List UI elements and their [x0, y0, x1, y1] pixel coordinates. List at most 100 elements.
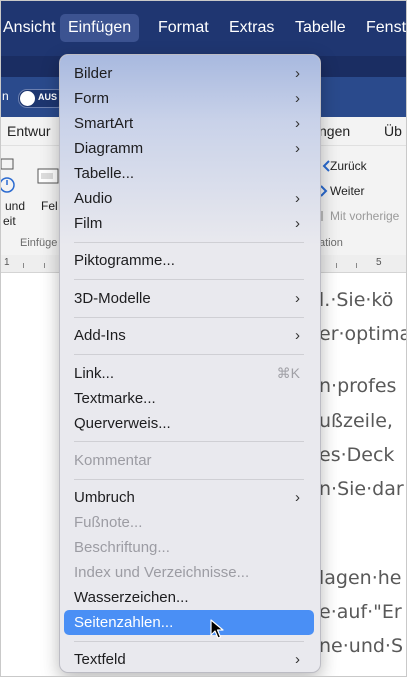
- menu-fenster[interactable]: Fenst: [358, 14, 406, 42]
- tab-sendungen[interactable]: ngen: [319, 123, 350, 139]
- menu-item-audio[interactable]: Audio ›: [64, 186, 314, 211]
- chevron-right-icon: ›: [295, 651, 300, 668]
- chevron-right-icon: ›: [295, 215, 300, 232]
- menu-item-fussnote: Fußnote...: [64, 510, 314, 535]
- menu-item-label: Link...: [74, 365, 115, 382]
- field-icon[interactable]: [37, 167, 59, 185]
- mouse-pointer-icon: [210, 619, 224, 639]
- menu-item-seitenzahlen[interactable]: Seitenzahlen...: [64, 610, 314, 635]
- menu-item-label: Querverweis...: [74, 415, 171, 432]
- menu-item-textmarke[interactable]: Textmarke...: [64, 386, 314, 411]
- menu-item-label: Textfeld: [74, 651, 126, 668]
- menu-item-querverweis[interactable]: Querverweis...: [64, 411, 314, 436]
- menu-item-label: Bilder: [74, 65, 113, 82]
- menu-item-label: Film: [74, 215, 103, 232]
- menu-item-film[interactable]: Film ›: [64, 211, 314, 236]
- menu-item-label: Tabelle...: [74, 165, 135, 182]
- document-line: ne·und·S: [319, 635, 404, 657]
- menu-item-label: 3D-Modelle: [74, 290, 151, 307]
- menu-item-umbruch[interactable]: Umbruch ›: [64, 485, 314, 510]
- document-line: l.·Sie·kö: [319, 289, 394, 311]
- ribbon-label-feld: Fel: [41, 199, 58, 213]
- ruler-tick: [23, 263, 24, 268]
- menu-item-label: Umbruch: [74, 489, 135, 506]
- document-line: n·profes: [319, 375, 397, 397]
- menu-item-3d-modelle[interactable]: 3D-Modelle ›: [64, 286, 314, 311]
- nav-back-button[interactable]: Zurück: [330, 159, 367, 173]
- ribbon-label-eit: eit: [3, 214, 16, 228]
- chevron-right-icon: ›: [295, 115, 300, 132]
- menu-item-piktogramme[interactable]: Piktogramme...: [64, 248, 314, 273]
- menu-item-label: Fußnote...: [74, 514, 143, 531]
- ruler-tick: [336, 263, 337, 268]
- menu-separator: [74, 242, 304, 243]
- chevron-right-icon: ›: [295, 90, 300, 107]
- menu-bar: Ansicht Einfügen Format Extras Tabelle F…: [1, 1, 406, 56]
- toggle-knob: [20, 91, 35, 106]
- menu-item-label: Textmarke...: [74, 390, 156, 407]
- app-window: Ansicht Einfügen Format Extras Tabelle F…: [0, 0, 407, 677]
- menu-item-index-verzeichnisse: Index und Verzeichnisse...: [64, 560, 314, 585]
- ruler-tick: [356, 263, 357, 268]
- menu-separator: [74, 441, 304, 442]
- ruler-mark: 1: [4, 257, 10, 268]
- chevron-right-icon: ›: [295, 489, 300, 506]
- chevron-right-icon: ›: [295, 140, 300, 157]
- nav-forward-button[interactable]: Weiter: [330, 184, 364, 198]
- menu-item-label: Index und Verzeichnisse...: [74, 564, 250, 581]
- menu-separator: [74, 279, 304, 280]
- ruler-tick: [44, 263, 45, 268]
- einfuegen-dropdown-menu: Bilder › Form › SmartArt › Diagramm › Ta…: [59, 54, 321, 673]
- menu-item-label: Wasserzeichen...: [74, 589, 189, 606]
- menu-item-label: Beschriftung...: [74, 539, 170, 556]
- menu-item-beschriftung: Beschriftung...: [64, 535, 314, 560]
- menu-item-bilder[interactable]: Bilder ›: [64, 61, 314, 86]
- menu-item-textfeld[interactable]: Textfeld ›: [64, 647, 314, 672]
- menu-format[interactable]: Format: [150, 14, 217, 42]
- menu-einfuegen[interactable]: Einfügen: [60, 14, 140, 42]
- chevron-right-icon: ›: [295, 65, 300, 82]
- menu-item-label: Piktogramme...: [74, 252, 175, 269]
- chevron-right-icon: ›: [295, 190, 300, 207]
- chevron-right-icon: ›: [295, 290, 300, 307]
- document-line: e·auf·"Er: [319, 601, 402, 623]
- menu-item-label: Kommentar: [74, 452, 152, 469]
- menu-item-diagramm[interactable]: Diagramm ›: [64, 136, 314, 161]
- autosave-label: AUS: [38, 92, 58, 102]
- menu-item-add-ins[interactable]: Add-Ins ›: [64, 323, 314, 348]
- menu-separator: [74, 641, 304, 642]
- document-line: er·optima: [319, 323, 407, 345]
- tab-entwurf[interactable]: Entwur: [7, 123, 51, 139]
- document-line: ußzeile,: [319, 410, 393, 432]
- document-line: lagen·he: [319, 567, 402, 589]
- menu-item-kommentar: Kommentar: [64, 448, 314, 473]
- menu-separator: [74, 479, 304, 480]
- group-navigation: ation: [319, 237, 343, 249]
- ruler-mark: 5: [376, 257, 382, 268]
- document-line: es·Deck: [319, 444, 395, 466]
- chevron-right-icon: ›: [295, 327, 300, 344]
- menu-extras[interactable]: Extras: [221, 14, 282, 42]
- menu-item-label: Seitenzahlen...: [74, 614, 174, 631]
- menu-item-label: Diagramm: [74, 140, 144, 157]
- group-einfuegen: Einfüge: [20, 237, 58, 249]
- menu-ansicht[interactable]: Ansicht: [1, 14, 63, 42]
- menu-item-label: Audio: [74, 190, 113, 207]
- tab-ueberpruefen[interactable]: Üb: [384, 123, 402, 139]
- document-line: n·Sie·dar: [319, 478, 404, 500]
- menu-item-smartart[interactable]: SmartArt ›: [64, 111, 314, 136]
- menu-item-label: Form: [74, 90, 109, 107]
- menu-item-label: Add-Ins: [74, 327, 126, 344]
- header-footer-icon[interactable]: [0, 157, 17, 197]
- toolbar-partial-text: n: [2, 89, 9, 103]
- ribbon-label-und: und: [5, 199, 26, 213]
- menu-item-wasserzeichen[interactable]: Wasserzeichen...: [64, 585, 314, 610]
- shortcut-cmd-k: ⌘K: [276, 365, 300, 381]
- menu-item-link[interactable]: Link... ⌘K: [64, 361, 314, 386]
- link-previous-button[interactable]: Mit vorherige: [330, 209, 399, 223]
- menu-separator: [74, 317, 304, 318]
- menu-item-form[interactable]: Form ›: [64, 86, 314, 111]
- menu-tabelle[interactable]: Tabelle: [287, 14, 354, 42]
- menu-item-tabelle[interactable]: Tabelle...: [64, 161, 314, 186]
- menu-item-label: SmartArt: [74, 115, 134, 132]
